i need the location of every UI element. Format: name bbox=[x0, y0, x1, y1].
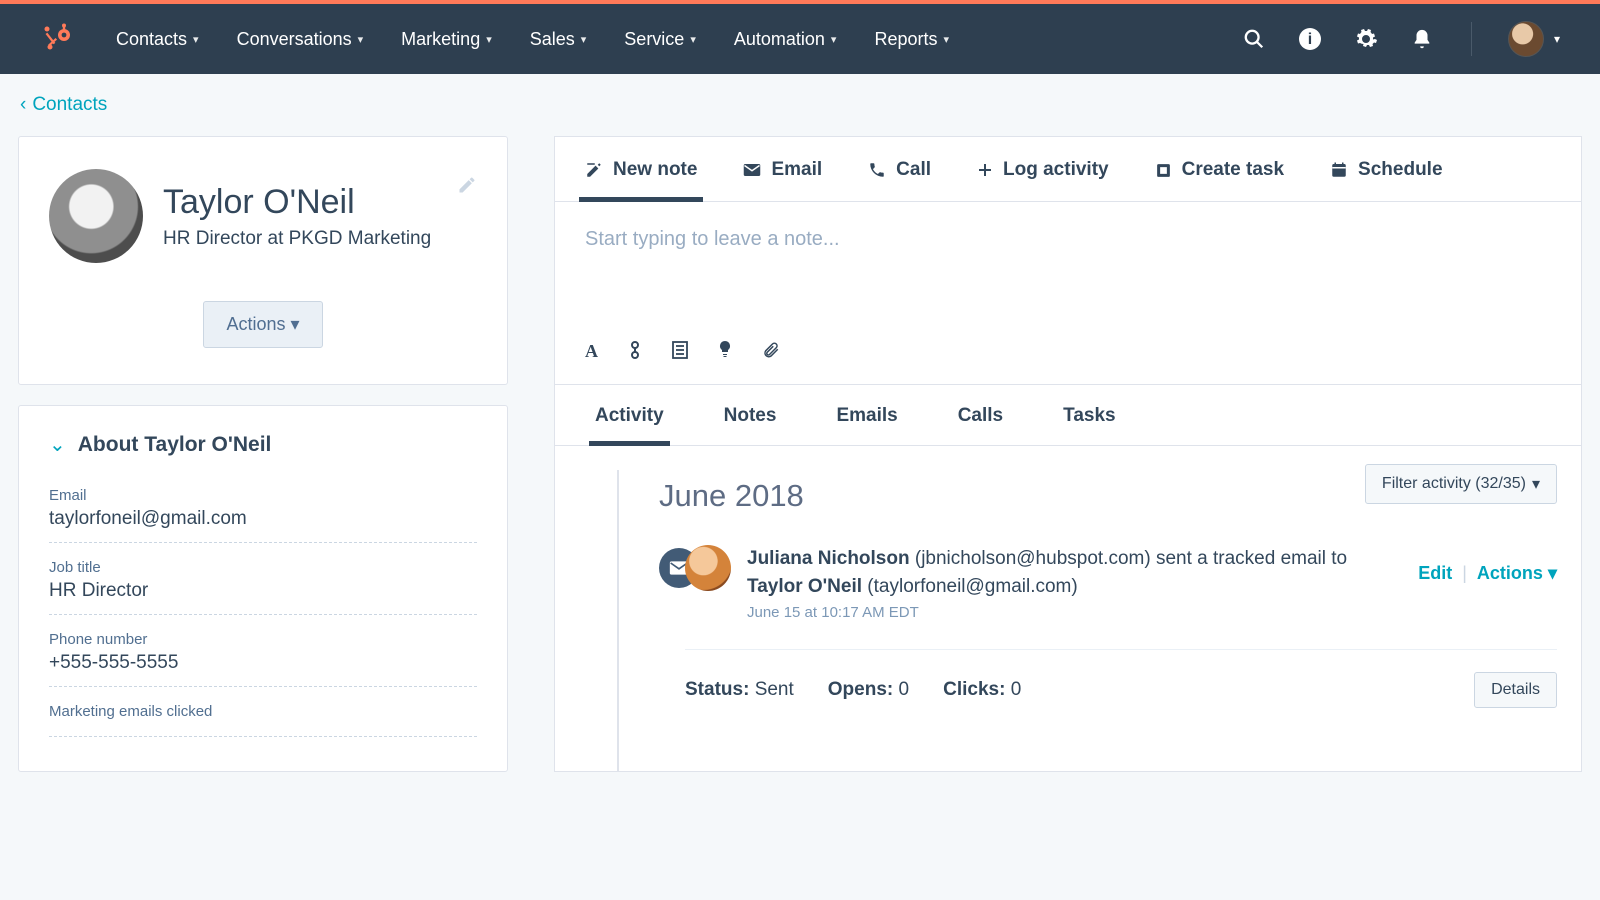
calendar-icon bbox=[1330, 161, 1348, 179]
actions-link[interactable]: Actions ▾ bbox=[1477, 563, 1557, 584]
caret-down-icon: ▾ bbox=[581, 33, 587, 46]
lightbulb-icon[interactable] bbox=[718, 341, 732, 362]
document-icon[interactable] bbox=[672, 341, 688, 362]
field-label: Marketing emails clicked bbox=[49, 703, 477, 720]
compose-tabs: New note Email Call Log activity Create … bbox=[555, 137, 1581, 202]
nav-conversations[interactable]: Conversations▾ bbox=[237, 29, 364, 50]
nav-automation[interactable]: Automation▾ bbox=[734, 29, 837, 50]
field-value: +555-555-5555 bbox=[49, 652, 477, 674]
chevron-left-icon: ‹ bbox=[20, 94, 26, 116]
svg-text:i: i bbox=[1308, 31, 1312, 48]
caret-down-icon: ▾ bbox=[831, 33, 837, 46]
nav-sales[interactable]: Sales▾ bbox=[530, 29, 587, 50]
activity-filter-tabs: Activity Notes Emails Calls Tasks bbox=[554, 385, 1582, 446]
nav-service[interactable]: Service▾ bbox=[624, 29, 696, 50]
about-title: About Taylor O'Neil bbox=[78, 433, 272, 457]
caret-down-icon: ▾ bbox=[943, 33, 949, 46]
plus-icon bbox=[977, 162, 993, 178]
info-icon[interactable]: i bbox=[1297, 26, 1323, 52]
field-label: Job title bbox=[49, 559, 477, 576]
details-button[interactable]: Details bbox=[1474, 672, 1557, 708]
timeline-stats: Status: Sent Opens: 0 Clicks: 0 Details bbox=[685, 649, 1557, 708]
nav-contacts[interactable]: Contacts▾ bbox=[116, 29, 199, 50]
contact-subtitle: HR Director at PKGD Marketing bbox=[163, 228, 431, 250]
timeline-item: Edit | Actions ▾ Juliana Nicholson (jbni… bbox=[685, 544, 1557, 728]
tab-activity[interactable]: Activity bbox=[595, 405, 664, 445]
caret-down-icon: ▾ bbox=[1554, 32, 1560, 46]
nav-items: Contacts▾ Conversations▾ Marketing▾ Sale… bbox=[116, 29, 1241, 50]
tab-tasks[interactable]: Tasks bbox=[1063, 405, 1115, 445]
email-icon bbox=[743, 163, 761, 177]
phone-icon bbox=[868, 161, 886, 179]
tab-schedule[interactable]: Schedule bbox=[1330, 159, 1442, 201]
breadcrumb-contacts[interactable]: ‹Contacts bbox=[20, 94, 1600, 116]
task-icon bbox=[1155, 162, 1172, 179]
tab-notes[interactable]: Notes bbox=[724, 405, 777, 445]
note-textarea[interactable]: Start typing to leave a note... bbox=[555, 202, 1581, 281]
field-marketing-clicks[interactable]: Marketing emails clicked bbox=[49, 695, 477, 737]
note-toolbar: A bbox=[555, 341, 1581, 384]
account-menu[interactable]: ▾ bbox=[1508, 21, 1560, 57]
caret-down-icon: ▾ bbox=[486, 33, 492, 46]
search-icon[interactable] bbox=[1241, 26, 1267, 52]
tab-emails[interactable]: Emails bbox=[836, 405, 897, 445]
gear-icon[interactable] bbox=[1353, 26, 1379, 52]
timeline-timestamp: June 15 at 10:17 AM EDT bbox=[747, 604, 1387, 621]
timeline: Filter activity (32/35) ▾ June 2018 Edit… bbox=[554, 446, 1582, 772]
actions-button[interactable]: Actions ▾ bbox=[203, 301, 322, 348]
attachment-icon[interactable] bbox=[762, 341, 780, 362]
edit-icon[interactable] bbox=[457, 175, 477, 195]
tab-log-activity[interactable]: Log activity bbox=[977, 159, 1109, 201]
compose-card: New note Email Call Log activity Create … bbox=[554, 136, 1582, 385]
caret-down-icon: ▾ bbox=[1548, 563, 1557, 583]
caret-down-icon: ▾ bbox=[291, 314, 300, 334]
caret-down-icon: ▾ bbox=[690, 33, 696, 46]
field-label: Email bbox=[49, 487, 477, 504]
divider bbox=[1471, 22, 1472, 56]
about-card: ⌄ About Taylor O'Neil Email taylorfoneil… bbox=[18, 405, 508, 772]
top-nav: Contacts▾ Conversations▾ Marketing▾ Sale… bbox=[0, 4, 1600, 74]
field-value: HR Director bbox=[49, 580, 477, 602]
nav-reports[interactable]: Reports▾ bbox=[874, 29, 949, 50]
tab-create-task[interactable]: Create task bbox=[1155, 159, 1284, 201]
timeline-item-actions: Edit | Actions ▾ bbox=[1418, 563, 1557, 584]
field-label: Phone number bbox=[49, 631, 477, 648]
profile-card: Taylor O'Neil HR Director at PKGD Market… bbox=[18, 136, 508, 385]
tab-calls[interactable]: Calls bbox=[958, 405, 1003, 445]
sender-avatar bbox=[685, 545, 731, 591]
field-job-title[interactable]: Job title HR Director bbox=[49, 551, 477, 615]
bell-icon[interactable] bbox=[1409, 26, 1435, 52]
contact-name: Taylor O'Neil bbox=[163, 183, 431, 222]
text-format-icon[interactable]: A bbox=[585, 341, 598, 362]
tab-email[interactable]: Email bbox=[743, 159, 822, 201]
field-email[interactable]: Email taylorfoneil@gmail.com bbox=[49, 479, 477, 543]
field-value: taylorfoneil@gmail.com bbox=[49, 508, 477, 530]
tab-new-note[interactable]: New note bbox=[585, 159, 697, 201]
filter-activity-button[interactable]: Filter activity (32/35) ▾ bbox=[1365, 464, 1557, 504]
note-placeholder: Start typing to leave a note... bbox=[585, 228, 1551, 251]
contact-avatar bbox=[49, 169, 143, 263]
caret-down-icon: ▾ bbox=[1532, 474, 1540, 494]
caret-down-icon: ▾ bbox=[358, 33, 364, 46]
caret-down-icon: ▾ bbox=[193, 33, 199, 46]
about-header[interactable]: ⌄ About Taylor O'Neil bbox=[49, 432, 477, 457]
edit-link[interactable]: Edit bbox=[1418, 563, 1452, 584]
nav-marketing[interactable]: Marketing▾ bbox=[401, 29, 492, 50]
user-avatar-icon bbox=[1508, 21, 1544, 57]
note-icon bbox=[585, 161, 603, 179]
timeline-item-text: Juliana Nicholson (jbnicholson@hubspot.c… bbox=[747, 545, 1387, 600]
field-phone[interactable]: Phone number +555-555-5555 bbox=[49, 623, 477, 687]
breadcrumb: ‹Contacts bbox=[0, 74, 1600, 136]
separator: | bbox=[1462, 563, 1467, 584]
hubspot-logo-icon[interactable] bbox=[40, 21, 76, 57]
nav-right: i ▾ bbox=[1241, 21, 1560, 57]
tab-call[interactable]: Call bbox=[868, 159, 931, 201]
snippet-icon[interactable] bbox=[628, 341, 642, 362]
chevron-down-icon: ⌄ bbox=[49, 432, 66, 457]
